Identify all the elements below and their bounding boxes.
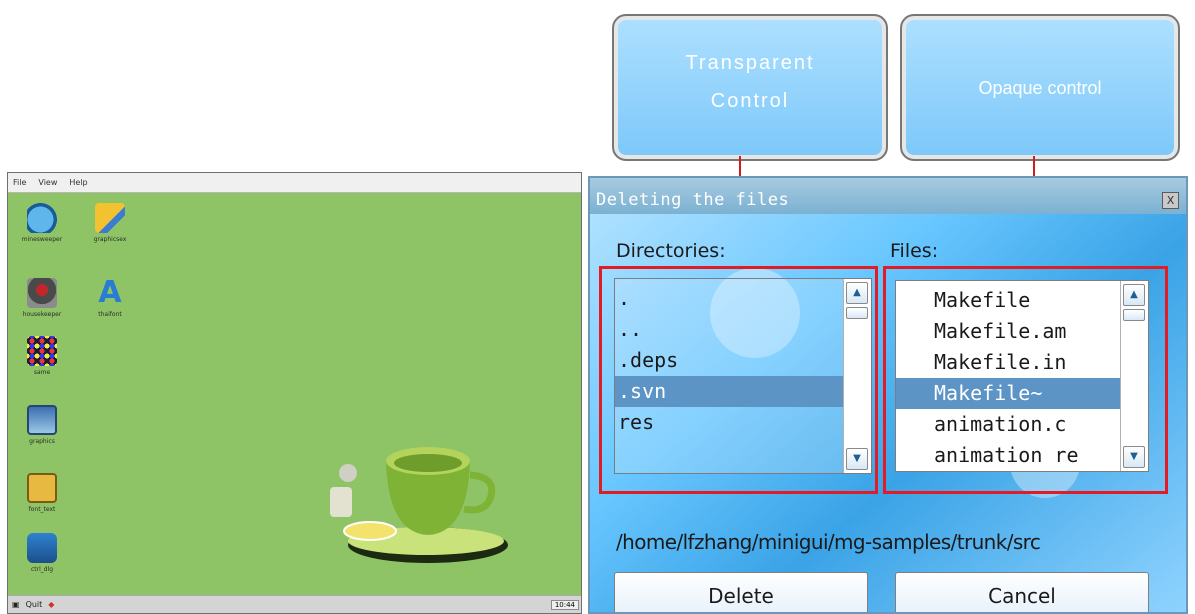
list-item[interactable]: Makefile~	[896, 378, 1148, 409]
icon-label: font_text	[28, 506, 56, 513]
close-icon[interactable]: X	[1162, 192, 1179, 209]
list-item[interactable]: ..	[615, 314, 871, 345]
desktop-icon-housekeeper[interactable]: housekeeper	[10, 278, 74, 338]
desktop-icon-minesweeper[interactable]: minesweeper	[10, 203, 74, 263]
desktop-icon-font-text[interactable]: font_text	[10, 473, 74, 533]
files-listbox[interactable]: Makefile Makefile.am Makefile.in Makefile~ a…	[895, 280, 1149, 472]
icon-label: graphicsex	[93, 236, 127, 243]
taskbar: ▣ Quit ◆ 10:44	[8, 595, 581, 613]
desktop-icon-same[interactable]: same	[10, 336, 74, 396]
list-item[interactable]: .deps	[615, 345, 871, 376]
callout-opaque-text: Opaque control	[978, 78, 1102, 98]
icon-label: ctrl_dlg	[30, 566, 54, 573]
callout-transparent-text: Transparent Control	[685, 52, 815, 112]
icon-label: minesweeper	[21, 236, 63, 243]
quit-button[interactable]: Quit	[26, 600, 43, 609]
desktop-menubar: File View Help	[8, 173, 581, 193]
directories-scrollbar[interactable]: ▲ ▼	[843, 279, 871, 473]
list-item[interactable]: .svn	[615, 376, 871, 407]
directories-listbox[interactable]: ... .deps .svn res ▲ ▼	[614, 278, 872, 474]
list-item[interactable]: Makefile.in	[896, 347, 1148, 378]
tray-icon[interactable]: ◆	[48, 600, 54, 609]
pencil-icon	[95, 203, 125, 233]
delete-button[interactable]: Delete	[614, 572, 868, 612]
list-item[interactable]: res	[615, 407, 871, 438]
files-label: Files:	[890, 240, 939, 262]
callout-transparent: Transparent Control	[612, 14, 888, 161]
scroll-up-icon[interactable]: ▲	[846, 282, 868, 304]
menu-help[interactable]: Help	[69, 178, 87, 187]
dialog-icon	[27, 533, 57, 563]
current-path: /home/lfzhang/minigui/mg-samples/trunk/s…	[616, 530, 1041, 554]
delete-files-dialog: Deleting the files X Directories: Files:…	[588, 176, 1188, 614]
icon-label: housekeeper	[22, 311, 62, 318]
letter-a-icon: A	[98, 275, 122, 310]
menu-file[interactable]: File	[13, 178, 26, 187]
scroll-up-icon[interactable]: ▲	[1123, 284, 1145, 306]
start-icon[interactable]: ▣	[12, 600, 20, 609]
list-item[interactable]: .	[615, 283, 871, 314]
list-item[interactable]: Makefile	[896, 285, 1148, 316]
callout-opaque: Opaque control	[900, 14, 1180, 161]
scroll-thumb[interactable]	[846, 307, 868, 319]
grid-balls-icon	[27, 336, 57, 366]
directories-label: Directories:	[616, 240, 726, 262]
dialog-title: Deleting the files	[596, 190, 790, 210]
files-scrollbar[interactable]: ▲ ▼	[1120, 281, 1148, 471]
icon-label: graphics	[29, 438, 55, 445]
icon-label: same	[33, 369, 51, 376]
picture-icon	[27, 405, 57, 435]
list-item[interactable]: animation re	[896, 440, 1148, 471]
desktop-icon-ctrl-dlg[interactable]: ctrl_dlg	[10, 533, 74, 593]
list-item[interactable]: animation.c	[896, 409, 1148, 440]
teacup-wallpaper	[330, 447, 508, 563]
clock: 10:44	[550, 599, 579, 610]
fonts-icon	[27, 473, 57, 503]
desktop-icon-graphicsex[interactable]: graphicsex	[78, 203, 142, 263]
desktop-icon-graphics[interactable]: graphics	[10, 405, 74, 465]
bomb-icon	[27, 203, 57, 233]
scroll-down-icon[interactable]: ▼	[1123, 446, 1145, 468]
dialog-titlebar[interactable]: Deleting the files X	[590, 178, 1186, 214]
cancel-button[interactable]: Cancel	[895, 572, 1149, 612]
icon-label: thaifont	[98, 311, 122, 318]
minigui-desktop: File View Help minesweeper graphicsex ho…	[7, 172, 582, 614]
list-item[interactable]: Makefile.am	[896, 316, 1148, 347]
joystick-icon	[27, 278, 57, 308]
menu-view[interactable]: View	[38, 178, 57, 187]
scroll-down-icon[interactable]: ▼	[846, 448, 868, 470]
scroll-thumb[interactable]	[1123, 309, 1145, 321]
desktop-icon-thaifont[interactable]: A thaifont	[78, 278, 142, 338]
